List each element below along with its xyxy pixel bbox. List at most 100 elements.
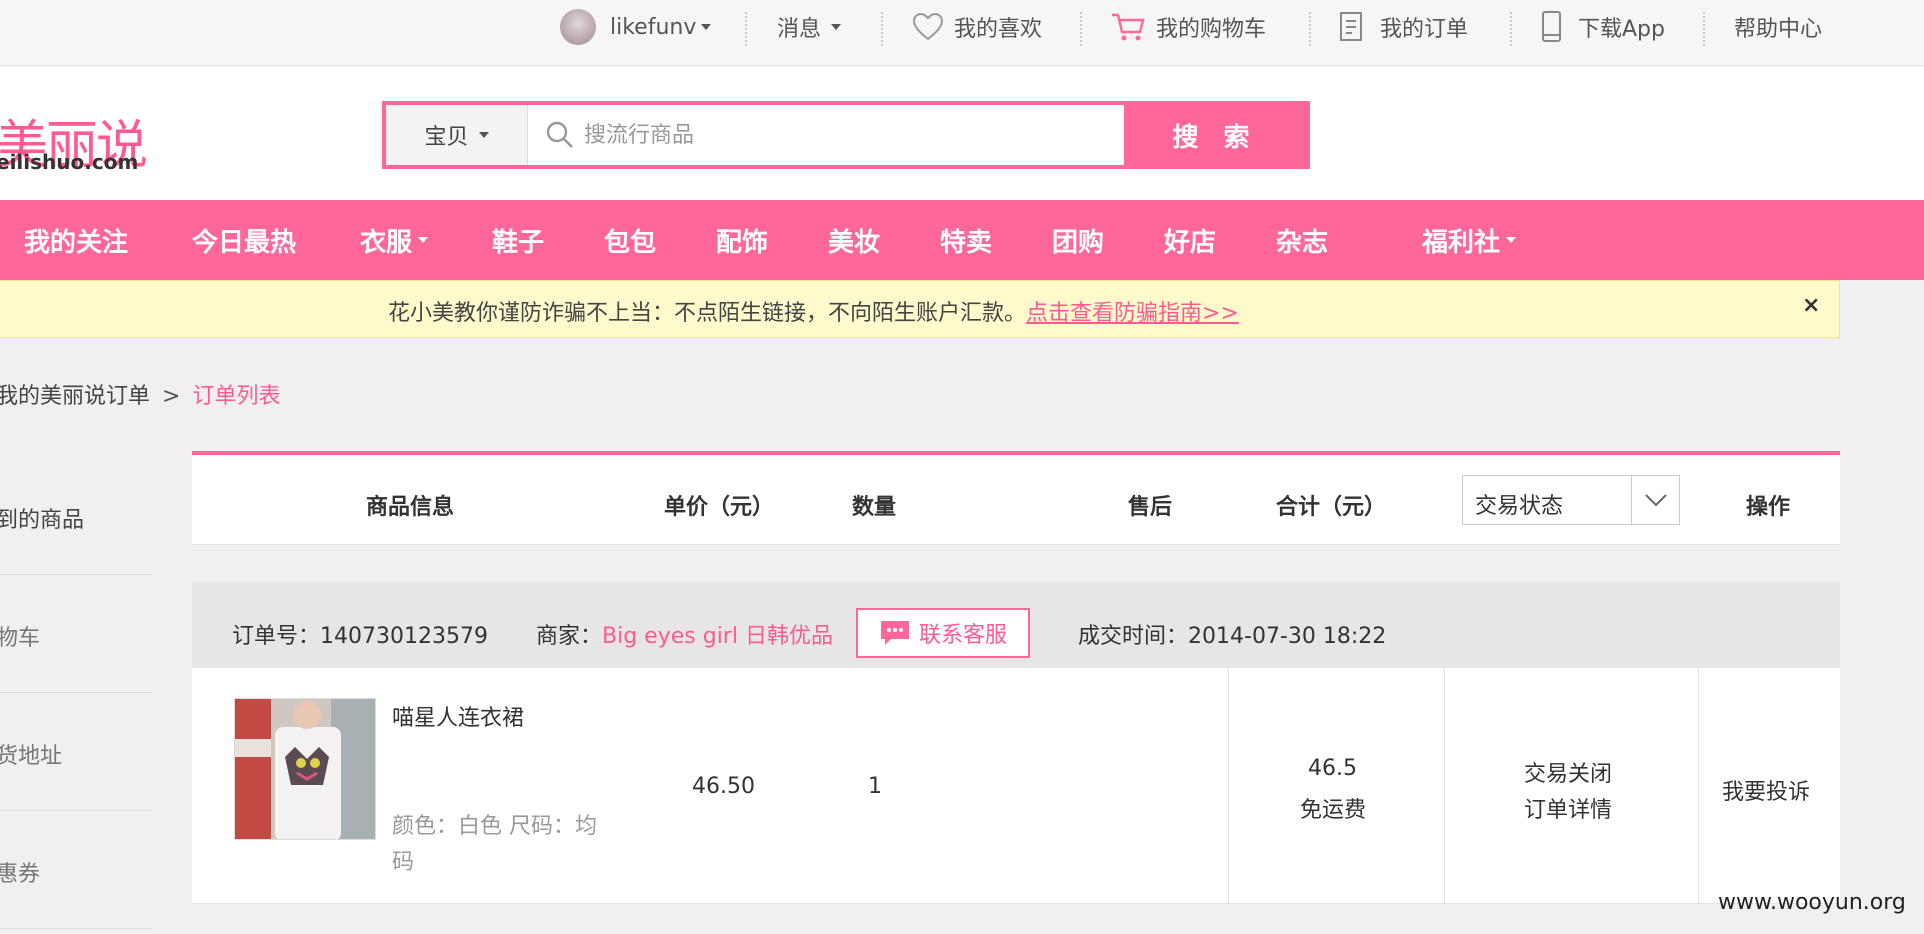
nav-item-shops[interactable]: 好店 bbox=[1164, 200, 1216, 280]
messages-menu[interactable]: 消息 bbox=[777, 0, 842, 54]
divider bbox=[1444, 668, 1445, 904]
status-filter-label: 交易状态 bbox=[1475, 494, 1564, 519]
product-image bbox=[235, 699, 375, 839]
nav-item-label: 杂志 bbox=[1276, 227, 1329, 258]
divider bbox=[1698, 668, 1699, 904]
nav-item-label: 特卖 bbox=[940, 227, 993, 258]
order-summary-row: 订单号：140730123579 商家：Big eyes girl 日韩优品 联… bbox=[192, 582, 1840, 668]
status-filter-toggle[interactable] bbox=[1631, 476, 1679, 524]
order-number: 订单号：140730123579 bbox=[232, 618, 488, 650]
nav-item-label: 我的关注 bbox=[24, 227, 129, 258]
divider bbox=[0, 810, 152, 811]
divider bbox=[0, 574, 152, 575]
nav-item-beauty[interactable]: 美妆 bbox=[828, 200, 880, 280]
breadcrumb-parent[interactable]: 我的美丽说订单 bbox=[0, 384, 150, 409]
divider bbox=[881, 12, 883, 46]
col-price: 单价（元） bbox=[664, 495, 775, 520]
nav-item-label: 衣服 bbox=[360, 227, 413, 258]
order-total: 46.5 bbox=[1308, 756, 1357, 781]
nav-item-clothes[interactable]: 衣服 bbox=[360, 200, 429, 280]
nav-item-label: 今日最热 bbox=[192, 227, 297, 258]
nav-item-following[interactable]: 我的关注 bbox=[24, 200, 128, 280]
favorites-link[interactable]: 我的喜欢 bbox=[912, 0, 1042, 54]
col-qty: 数量 bbox=[852, 495, 897, 520]
main-nav: 我的关注 今日最热 衣服 鞋子 包包 配饰 美妆 特卖 团购 好店 杂志 福利社 bbox=[0, 200, 1924, 280]
nav-item-label: 团购 bbox=[1052, 227, 1105, 258]
order-detail-link[interactable]: 订单详情 bbox=[1524, 792, 1612, 824]
nav-item-bags[interactable]: 包包 bbox=[604, 200, 656, 280]
col-aftersale: 售后 bbox=[1128, 495, 1173, 520]
divider bbox=[1080, 12, 1082, 46]
order-table-header: 商品信息 单价（元） 数量 售后 合计（元） 交易状态 操作 bbox=[192, 451, 1840, 545]
nav-item-label: 好店 bbox=[1164, 227, 1217, 258]
orders-link[interactable]: 我的订单 bbox=[1338, 0, 1468, 54]
contact-service-button[interactable]: 联系客服 bbox=[856, 608, 1030, 658]
chevron-down-icon bbox=[1506, 237, 1517, 243]
close-icon[interactable]: × bbox=[1802, 293, 1820, 318]
search-category-select[interactable]: 宝贝 bbox=[386, 105, 528, 165]
search-input[interactable] bbox=[584, 111, 1104, 159]
breadcrumb: 我的美丽说订单 > 订单列表 bbox=[0, 378, 280, 410]
order-number-value: 140730123579 bbox=[320, 624, 488, 649]
product-name[interactable]: 喵星人连衣裙 bbox=[392, 700, 524, 732]
order-item-row: 喵星人连衣裙 颜色：白色 尺码：均 码 46.50 1 46.5 免运费 交易关… bbox=[192, 668, 1840, 904]
chevron-down-icon bbox=[831, 24, 842, 30]
messages-label: 消息 bbox=[777, 17, 822, 42]
shipping-info: 免运费 bbox=[1300, 798, 1367, 823]
breadcrumb-current: 订单列表 bbox=[192, 384, 281, 409]
sidebar-item-received[interactable]: 到的商品 bbox=[0, 502, 84, 534]
merchant-label: 商家： bbox=[536, 624, 603, 649]
nav-item-sale[interactable]: 特卖 bbox=[940, 200, 992, 280]
nav-item-label: 配饰 bbox=[716, 227, 769, 258]
chevron-down-icon bbox=[701, 24, 712, 30]
product-thumbnail[interactable] bbox=[234, 698, 376, 840]
top-bar: likefunv 消息 我的喜欢 我的购物车 我的订单 下载App 帮助中心 bbox=[0, 0, 1924, 66]
search-box: 宝贝 搜 索 bbox=[382, 101, 1310, 169]
divider bbox=[1703, 12, 1705, 46]
nav-item-shoes[interactable]: 鞋子 bbox=[492, 200, 544, 280]
orders-label: 我的订单 bbox=[1380, 17, 1469, 42]
user-avatar bbox=[560, 9, 596, 45]
user-menu[interactable]: likefunv bbox=[560, 0, 712, 54]
download-app-label: 下载App bbox=[1578, 17, 1665, 42]
help-link[interactable]: 帮助中心 bbox=[1734, 0, 1822, 54]
cart-link[interactable]: 我的购物车 bbox=[1110, 0, 1266, 54]
favorites-label: 我的喜欢 bbox=[954, 17, 1043, 42]
nav-item-accessories[interactable]: 配饰 bbox=[716, 200, 768, 280]
divider bbox=[0, 928, 152, 929]
deal-time-value: 2014-07-30 18:22 bbox=[1188, 624, 1387, 649]
col-product: 商品信息 bbox=[366, 495, 455, 520]
sidebar-item-address[interactable]: 货地址 bbox=[0, 738, 62, 770]
site-header: 美丽说 eilishuo.com 宝贝 搜 索 bbox=[0, 67, 1924, 200]
nav-item-label: 福利社 bbox=[1422, 227, 1501, 258]
phone-icon bbox=[1542, 11, 1561, 42]
merchant-link[interactable]: Big eyes girl 日韩优品 bbox=[602, 624, 833, 649]
deal-time-label: 成交时间： bbox=[1078, 624, 1189, 649]
logo-domain: eilishuo.com bbox=[0, 150, 139, 174]
notice-message: 花小美教你谨防诈骗不上当：不点陌生链接，不向陌生账户汇款。 bbox=[388, 301, 1027, 326]
chevron-down-icon bbox=[1645, 494, 1667, 507]
search-category-label: 宝贝 bbox=[424, 125, 469, 150]
nav-item-welfare[interactable]: 福利社 bbox=[1422, 200, 1517, 280]
complain-link[interactable]: 我要投诉 bbox=[1722, 774, 1810, 806]
order-status: 交易关闭 bbox=[1524, 762, 1613, 787]
status-filter-select[interactable]: 交易状态 bbox=[1462, 475, 1680, 525]
help-label: 帮助中心 bbox=[1734, 17, 1823, 42]
search-icon bbox=[546, 121, 573, 148]
nav-item-group-buy[interactable]: 团购 bbox=[1052, 200, 1104, 280]
sidebar-item-cart[interactable]: 物车 bbox=[0, 620, 40, 652]
search-button[interactable]: 搜 索 bbox=[1124, 105, 1306, 165]
nav-item-magazine[interactable]: 杂志 bbox=[1276, 200, 1328, 280]
nav-item-hot[interactable]: 今日最热 bbox=[192, 200, 296, 280]
anti-fraud-notice: 花小美教你谨防诈骗不上当：不点陌生链接，不向陌生账户汇款。点击查看防骗指南>> … bbox=[0, 280, 1840, 338]
notice-text: 花小美教你谨防诈骗不上当：不点陌生链接，不向陌生账户汇款。点击查看防骗指南>> bbox=[388, 295, 1239, 327]
contact-service-label: 联系客服 bbox=[918, 623, 1007, 648]
chevron-down-icon bbox=[418, 237, 429, 243]
anti-fraud-guide-link[interactable]: 点击查看防骗指南>> bbox=[1026, 301, 1239, 326]
chat-icon bbox=[880, 621, 909, 645]
breadcrumb-separator: > bbox=[162, 384, 181, 409]
divider bbox=[1228, 668, 1229, 904]
divider bbox=[745, 12, 747, 46]
sidebar-item-coupons[interactable]: 惠券 bbox=[0, 856, 40, 888]
download-app-link[interactable]: 下载App bbox=[1540, 0, 1665, 54]
